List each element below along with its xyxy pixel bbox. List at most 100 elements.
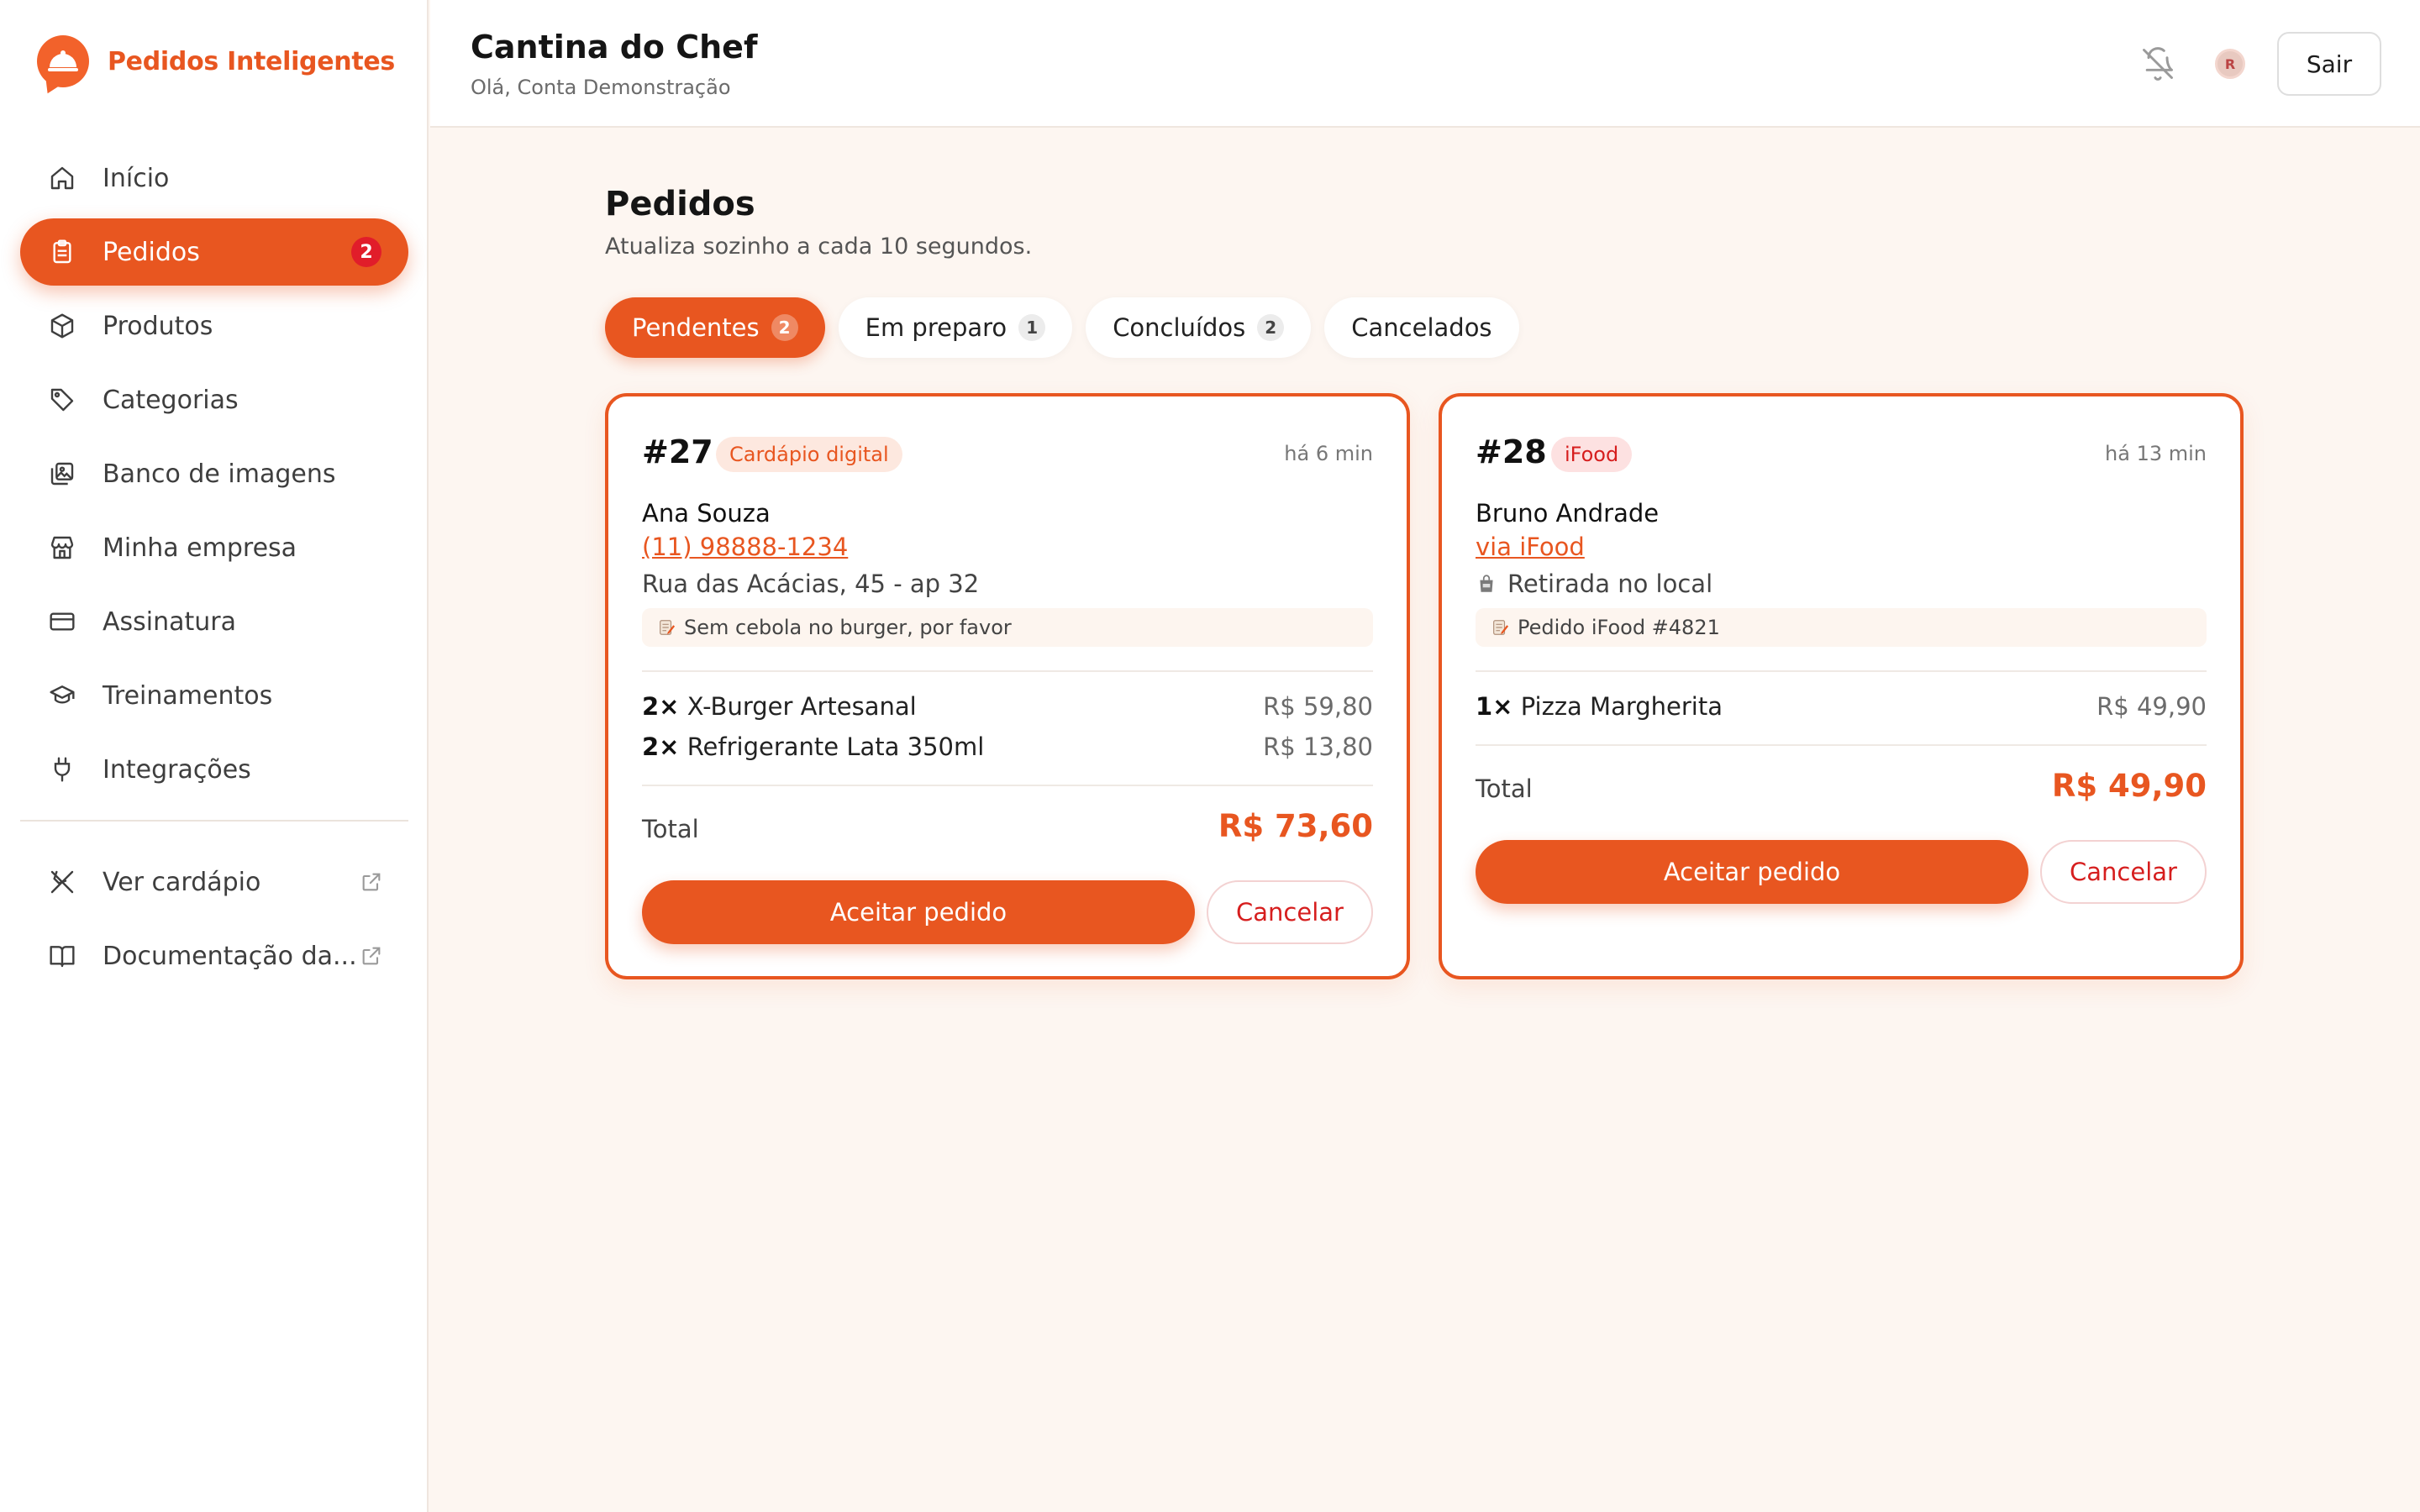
sidebar-item-assinatura[interactable]: Assinatura	[20, 588, 408, 655]
order-number: #28	[1476, 433, 1547, 470]
order-card: #28 iFood há 13 min Bruno Andrade via iF…	[1439, 393, 2244, 979]
page-title: Pedidos	[605, 185, 755, 223]
order-source-badge: iFood	[1551, 437, 1633, 472]
sidebar-item-produtos[interactable]: Produtos	[20, 292, 408, 360]
top-header: Cantina do Chef Olá, Conta Demonstração …	[430, 0, 2420, 128]
item-qty: 1×	[1476, 692, 1513, 721]
memo-icon	[1491, 618, 1509, 637]
credit-card-icon	[47, 606, 77, 637]
divider	[1476, 744, 2207, 746]
item-price: R$ 49,90	[2096, 692, 2207, 721]
utensils-icon	[47, 867, 77, 897]
sidebar-item-label: Documentação da...	[103, 941, 357, 971]
clipboard-icon	[47, 237, 77, 267]
status-tabs: Pendentes 2 Em preparo 1 Concluídos 2 Ca…	[605, 297, 1519, 358]
page-subtitle: Atualiza sozinho a cada 10 segundos.	[605, 234, 1033, 260]
sidebar-item-label: Minha empresa	[103, 533, 297, 563]
item-price: R$ 13,80	[1263, 732, 1373, 761]
sidebar-item-label: Treinamentos	[103, 680, 273, 711]
tab-label: Em preparo	[865, 313, 1007, 342]
home-icon	[47, 163, 77, 193]
plug-icon	[47, 754, 77, 785]
tab-concluidos[interactable]: Concluídos 2	[1086, 297, 1312, 358]
sidebar-item-label: Assinatura	[103, 606, 237, 637]
sidebar-nav: Início Pedidos 2 Produtos Categorias Ban…	[20, 144, 408, 810]
box-icon	[47, 311, 77, 341]
external-link-icon	[360, 870, 383, 894]
tab-label: Concluídos	[1113, 313, 1246, 342]
tab-em-preparo[interactable]: Em preparo 1	[838, 297, 1073, 358]
graduation-cap-icon	[47, 680, 77, 711]
sidebar: Pedidos Inteligentes Início Pedidos 2 Pr…	[0, 0, 429, 1512]
divider	[642, 670, 1373, 672]
total-label: Total	[642, 815, 699, 843]
order-card: #27 Cardápio digital há 6 min Ana Souza …	[605, 393, 1410, 979]
sidebar-item-pedidos[interactable]: Pedidos 2	[20, 218, 408, 286]
store-icon	[47, 533, 77, 563]
item-name: Pizza Margherita	[1520, 692, 1723, 721]
sidebar-link-ver-cardapio[interactable]: Ver cardápio	[20, 848, 408, 916]
tab-cancelados[interactable]: Cancelados	[1324, 297, 1519, 358]
sidebar-item-label: Banco de imagens	[103, 459, 336, 489]
sidebar-item-label: Produtos	[103, 311, 213, 341]
order-time: há 13 min	[2105, 442, 2207, 465]
tab-count: 1	[1018, 314, 1046, 341]
customer-phone-link[interactable]: (11) 98888-1234	[642, 533, 848, 561]
note-text: Pedido iFood #4821	[1518, 616, 1720, 639]
customer-address: Retirada no local	[1476, 570, 1712, 598]
order-note: Sem cebola no burger, por favor	[642, 608, 1373, 647]
address-text: Rua das Acácias, 45 - ap 32	[642, 570, 980, 598]
sidebar-item-label: Integrações	[103, 754, 251, 785]
restaurant-name: Cantina do Chef	[471, 29, 758, 66]
order-item: 2× X-Burger Artesanal R$ 59,80	[642, 692, 1373, 721]
divider	[642, 785, 1373, 786]
item-qty: 2×	[642, 692, 680, 721]
note-text: Sem cebola no burger, por favor	[684, 616, 1012, 639]
order-item: 2× Refrigerante Lata 350ml R$ 13,80	[642, 732, 1373, 761]
cancel-order-button[interactable]: Cancelar	[1207, 880, 1373, 944]
sidebar-item-label: Categorias	[103, 385, 239, 415]
external-link-icon	[360, 944, 383, 968]
customer-address: Rua das Acácias, 45 - ap 32	[642, 570, 979, 598]
brand[interactable]: Pedidos Inteligentes	[37, 35, 395, 87]
accept-order-button[interactable]: Aceitar pedido	[642, 880, 1195, 944]
total-label: Total	[1476, 774, 1533, 803]
order-total: R$ 73,60	[1218, 808, 1373, 844]
sidebar-item-inicio[interactable]: Início	[20, 144, 408, 212]
sidebar-item-treinamentos[interactable]: Treinamentos	[20, 662, 408, 729]
order-source-badge: Cardápio digital	[716, 437, 902, 472]
logout-button[interactable]: Sair	[2277, 32, 2381, 96]
takeout-bag-icon	[1476, 573, 1497, 595]
sidebar-link-documentacao[interactable]: Documentação da...	[20, 922, 408, 990]
images-icon	[47, 459, 77, 489]
avatar[interactable]: R	[2215, 49, 2245, 79]
order-time: há 6 min	[1284, 442, 1373, 465]
sidebar-item-categorias[interactable]: Categorias	[20, 366, 408, 433]
sidebar-item-label: Início	[103, 163, 170, 193]
sidebar-item-integracoes[interactable]: Integrações	[20, 736, 408, 803]
divider	[1476, 670, 2207, 672]
cancel-order-button[interactable]: Cancelar	[2040, 840, 2207, 904]
brand-name: Pedidos Inteligentes	[108, 46, 395, 76]
tab-count: 2	[1257, 314, 1285, 341]
accept-order-button[interactable]: Aceitar pedido	[1476, 840, 2028, 904]
customer-contact-link[interactable]: via iFood	[1476, 533, 1585, 561]
tag-icon	[47, 385, 77, 415]
item-qty: 2×	[642, 732, 680, 761]
item-name: X-Burger Artesanal	[687, 692, 917, 721]
item-price: R$ 59,80	[1263, 692, 1373, 721]
order-item: 1× Pizza Margherita R$ 49,90	[1476, 692, 2207, 721]
sidebar-item-minha-empresa[interactable]: Minha empresa	[20, 514, 408, 581]
sidebar-links: Ver cardápio Documentação da...	[20, 848, 408, 996]
tab-count: 2	[771, 314, 798, 341]
order-note: Pedido iFood #4821	[1476, 608, 2207, 647]
sidebar-item-banco-de-imagens[interactable]: Banco de imagens	[20, 440, 408, 507]
customer-name: Bruno Andrade	[1476, 499, 1660, 528]
tab-pendentes[interactable]: Pendentes 2	[605, 297, 825, 358]
pending-count-badge: 2	[351, 237, 381, 267]
customer-name: Ana Souza	[642, 499, 771, 528]
sidebar-item-label: Pedidos	[103, 237, 200, 267]
sidebar-divider	[20, 820, 408, 822]
bell-off-icon[interactable]	[2139, 45, 2176, 82]
address-text: Retirada no local	[1507, 570, 1713, 598]
